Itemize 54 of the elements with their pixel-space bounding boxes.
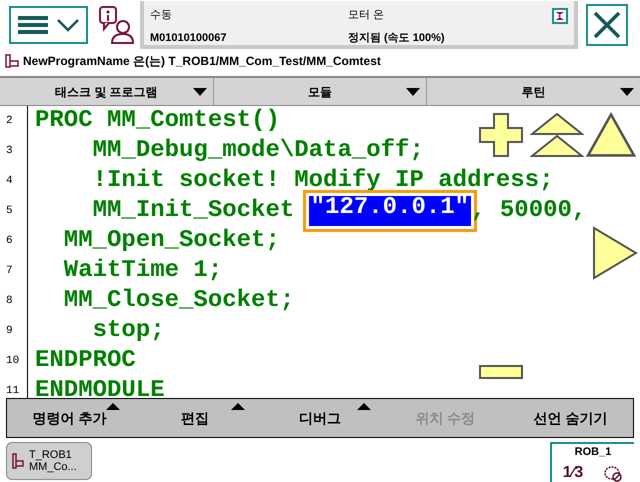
- toolbar-button[interactable]: 명령어 추가: [7, 399, 132, 437]
- status-icon: [552, 8, 568, 24]
- caret-icon: [192, 88, 207, 96]
- task-button[interactable]: T_ROB1 MM_Co...: [6, 442, 92, 480]
- scroll-right-icon[interactable]: [592, 226, 638, 280]
- toolbar-button[interactable]: 디버그: [257, 399, 383, 437]
- program-icon: [4, 53, 20, 69]
- code-text: WaitTime 1;: [62, 256, 222, 286]
- line-number: 10: [0, 346, 28, 376]
- code-text: stop;: [92, 316, 165, 346]
- code-text: MM_Open_Socket;: [62, 226, 280, 256]
- motor-state: 모터 온: [348, 8, 386, 23]
- line-number: 4: [0, 166, 28, 196]
- line-number: 7: [0, 256, 28, 286]
- code-text: PROC MM_Comtest(): [35, 106, 280, 136]
- toolbar-button[interactable]: 편집: [132, 399, 258, 437]
- code-text: ENDMODULE: [35, 376, 165, 398]
- mechanical-unit: ROB_1: [574, 445, 612, 460]
- line-number: 2: [0, 106, 28, 136]
- increment-indicator: 1⁄3: [562, 462, 584, 482]
- page-up-icon[interactable]: [530, 112, 584, 158]
- menu-button[interactable]: [9, 6, 88, 44]
- controller-name: M01010100067: [150, 30, 228, 46]
- program-path: NewProgramName 은(는) T_ROB1/MM_Com_Test/MM_Comtest: [23, 53, 381, 70]
- close-button[interactable]: [586, 4, 628, 46]
- code-text: MM_Close_Socket;: [62, 286, 294, 316]
- close-icon: [592, 10, 622, 40]
- menu-up-icon: [231, 403, 246, 410]
- code-text: ENDPROC: [35, 346, 136, 376]
- line-number: 5: [0, 196, 28, 226]
- chevron-down-icon: [56, 18, 80, 32]
- line-number: 3: [0, 136, 28, 166]
- code-text: MM_Init_Socket: [92, 196, 296, 226]
- code-text: , 50000,: [471, 196, 588, 226]
- program-state: 정지됨 (속도 100%): [348, 30, 446, 46]
- scroll-up-icon[interactable]: [584, 112, 638, 158]
- code-text: !Init socket! Modify IP address;: [92, 166, 554, 196]
- menu-up-icon: [356, 403, 371, 410]
- caret-icon: [406, 88, 420, 96]
- zoom-out-icon[interactable]: [478, 364, 524, 380]
- menu-icon: [18, 15, 48, 35]
- line-number: 8: [0, 286, 28, 316]
- toolbar-button[interactable]: 선언 숨기기: [508, 399, 634, 437]
- line-number: 6: [0, 226, 28, 256]
- operating-mode: 수동: [150, 8, 173, 23]
- info-person-icon[interactable]: [98, 5, 134, 45]
- caret-icon: [620, 88, 634, 96]
- zoom-in-icon[interactable]: [478, 112, 524, 158]
- menu-up-icon: [106, 403, 120, 410]
- selected-text[interactable]: "127.0.0.1": [308, 196, 472, 226]
- code-text: MM_Debug_mode\Data_off;: [92, 136, 424, 166]
- line-number: 9: [0, 316, 28, 346]
- robot-status-panel[interactable]: ROB_1 1⁄3: [550, 442, 634, 482]
- program-icon: [11, 452, 25, 470]
